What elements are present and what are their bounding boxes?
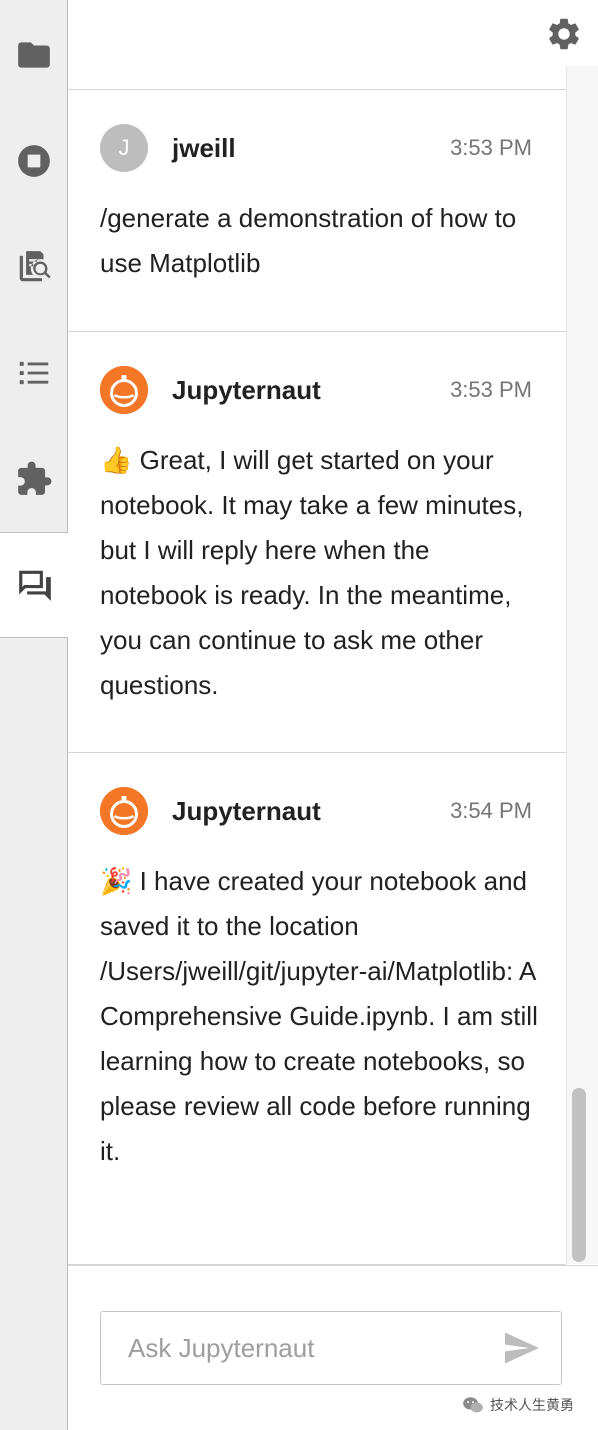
send-button[interactable] — [501, 1328, 543, 1368]
file-browser-tab[interactable] — [0, 2, 68, 108]
message-content: 🎉 I have created your notebook and saved… — [100, 859, 540, 1174]
avatar — [100, 366, 148, 414]
watermark: 技术人生黄勇 — [462, 1392, 598, 1418]
watermark-text: 技术人生黄勇 — [490, 1398, 574, 1414]
avatar-letter: J — [118, 135, 130, 160]
chat-tab[interactable] — [0, 532, 69, 638]
wechat-icon — [463, 1397, 483, 1413]
gear-icon — [549, 18, 579, 50]
extension-manager-tab[interactable] — [0, 426, 68, 532]
running-kernels-tab[interactable] — [0, 108, 68, 214]
message-text: Great, I will get started on your notebo… — [100, 445, 524, 700]
chat-panel: J jweill 3:53 PM /generate a demonstrati… — [68, 0, 598, 1430]
puzzle-icon — [18, 461, 52, 495]
scrollbar-track[interactable] — [566, 66, 598, 1264]
message-timestamp: 3:53 PM — [450, 377, 532, 402]
chat-input[interactable] — [101, 1312, 481, 1384]
avatar — [100, 787, 148, 835]
chat-message: Jupyternaut 3:53 PM 👍 Great, I will get … — [68, 332, 566, 753]
sender-name: jweill — [172, 133, 236, 163]
list-icon — [19, 361, 49, 385]
left-activity-bar — [0, 0, 69, 1430]
message-text: /generate a demonstration of how to use … — [100, 203, 517, 278]
jupyternaut-icon — [100, 787, 148, 835]
property-inspector-tab[interactable] — [0, 214, 68, 320]
chat-header — [68, 0, 598, 90]
message-text: I have created your notebook and saved i… — [100, 866, 538, 1166]
chat-input-box — [100, 1311, 562, 1385]
thumbs-up-emoji: 👍 — [100, 445, 133, 475]
party-popper-emoji: 🎉 — [100, 866, 133, 896]
chat-message: Jupyternaut 3:54 PM 🎉 I have created you… — [68, 753, 566, 1265]
scrollbar-thumb[interactable] — [572, 1088, 586, 1262]
table-of-contents-tab[interactable] — [0, 320, 68, 426]
chat-message: J jweill 3:53 PM /generate a demonstrati… — [68, 90, 566, 332]
message-header: Jupyternaut 3:54 PM — [100, 787, 532, 835]
message-timestamp: 3:53 PM — [450, 135, 532, 160]
sender-name: Jupyternaut — [172, 796, 321, 826]
settings-button[interactable] — [544, 14, 584, 54]
message-list[interactable]: J jweill 3:53 PM /generate a demonstrati… — [68, 90, 566, 1265]
message-timestamp: 3:54 PM — [450, 798, 532, 823]
avatar: J — [100, 124, 148, 172]
send-icon — [505, 1332, 539, 1364]
chat-icon — [18, 570, 51, 601]
folder-icon — [18, 42, 50, 68]
message-header: Jupyternaut 3:53 PM — [100, 366, 532, 414]
message-header: J jweill 3:53 PM — [100, 124, 532, 172]
stop-circle-icon — [18, 145, 50, 177]
sender-name: Jupyternaut — [172, 375, 321, 405]
document-search-icon — [19, 251, 51, 282]
message-content: 👍 Great, I will get started on your note… — [100, 438, 540, 708]
jupyternaut-icon — [100, 366, 148, 414]
